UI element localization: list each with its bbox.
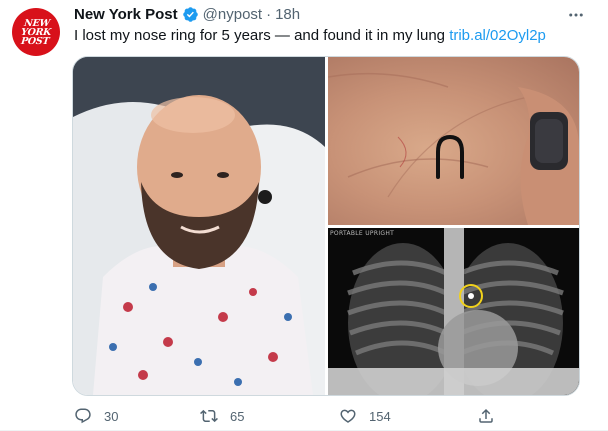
retweet-icon (200, 409, 218, 423)
photo-xray[interactable]: PORTABLE UPRIGHT (328, 228, 579, 395)
share-button[interactable] (477, 404, 495, 428)
retweet-count: 65 (230, 408, 245, 424)
avatar[interactable]: NEW YORK POST (12, 8, 60, 56)
tweet-actions: 30 65 154 (66, 404, 506, 428)
tweet-link[interactable]: trib.al/02Oyl2p (449, 27, 546, 44)
reply-icon (75, 408, 91, 424)
xray-label: PORTABLE UPRIGHT (330, 230, 395, 237)
avatar-logo-text: NEW YORK POST (20, 17, 52, 47)
xray-illustration (328, 228, 579, 395)
share-icon (479, 408, 493, 423)
photo-nose-ring[interactable] (328, 57, 579, 225)
tweet-body: I lost my nose ring for 5 years — and fo… (74, 27, 450, 44)
media-grid: PORTABLE UPRIGHT (72, 56, 580, 396)
like-button[interactable]: 154 (339, 404, 391, 428)
retweet-button[interactable]: 65 (200, 404, 244, 428)
tweet[interactable]: NEW YORK POST New York Post @nypost · 18… (0, 0, 608, 431)
timestamp[interactable]: 18h (275, 6, 300, 23)
reply-count: 30 (104, 408, 119, 424)
more-button[interactable] (563, 2, 589, 28)
verified-badge-icon (182, 6, 198, 22)
reply-button[interactable]: 30 (74, 404, 118, 428)
palm-illustration (328, 72, 579, 225)
display-name[interactable]: New York Post (74, 6, 178, 23)
photo-selfie[interactable] (73, 57, 325, 395)
selfie-illustration (73, 57, 325, 395)
like-icon (340, 409, 356, 423)
tweet-header: New York Post @nypost · 18h (74, 4, 300, 24)
tweet-text: I lost my nose ring for 5 years — and fo… (74, 26, 546, 46)
separator: · (266, 5, 272, 23)
handle[interactable]: @nypost (203, 6, 262, 23)
more-icon (569, 13, 583, 17)
like-count: 154 (369, 408, 391, 424)
